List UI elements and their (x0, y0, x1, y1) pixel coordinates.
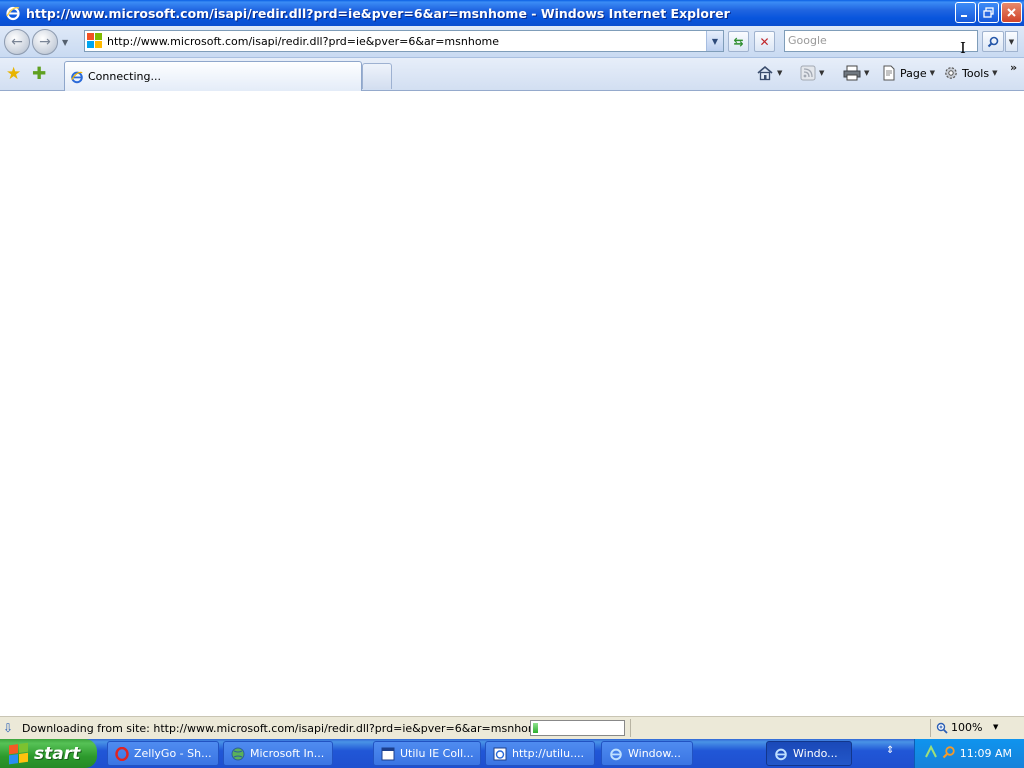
taskbar-item-label: Microsoft In... (250, 747, 325, 760)
home-button[interactable]: ▼ (756, 65, 782, 81)
forward-arrow-icon: → (39, 34, 51, 50)
progress-fill (533, 723, 539, 733)
taskbar-item-windows-ie-active[interactable]: Windo... (766, 741, 852, 766)
status-divider (630, 719, 631, 737)
taskbar-item-http-utilu[interactable]: http://utilu.... (485, 741, 595, 766)
start-button[interactable]: start (0, 739, 97, 768)
status-bar: ⇩ Downloading from site: http://www.micr… (0, 716, 1024, 739)
gear-icon (945, 67, 957, 79)
search-button[interactable] (982, 31, 1004, 52)
chevron-down-icon: ▼ (929, 69, 936, 77)
close-icon (1007, 8, 1016, 17)
tab-label: Connecting... (88, 70, 161, 83)
clock: 11:09 AM (959, 747, 1012, 760)
zoom-button[interactable]: 100% (936, 721, 982, 734)
window-icon (380, 746, 396, 762)
refresh-button[interactable]: ⇆ (728, 31, 749, 52)
more-commands-chevron-icon[interactable]: » (1010, 61, 1017, 74)
zoom-icon (936, 722, 948, 734)
taskbar-item-label: http://utilu.... (512, 747, 585, 760)
zoom-level: 100% (951, 721, 983, 734)
network-icon[interactable] (924, 744, 938, 763)
zoom-dropdown[interactable]: ▼ (993, 723, 998, 731)
ie-icon (71, 71, 83, 83)
progress-bar (530, 720, 625, 736)
recent-pages-dropdown[interactable]: ▼ (62, 38, 68, 47)
window-title: http://www.microsoft.com/isapi/redir.dll… (26, 5, 730, 21)
print-icon (843, 65, 861, 81)
ie-icon (773, 746, 789, 762)
back-arrow-icon: ← (11, 34, 23, 50)
restore-icon (983, 7, 994, 18)
back-button[interactable]: ← (4, 29, 30, 55)
add-to-favorites-button[interactable]: ✚ (32, 64, 46, 84)
address-dropdown-button[interactable]: ▼ (706, 31, 723, 51)
ie-globe-icon (230, 746, 246, 762)
chevron-down-icon: ▼ (711, 36, 719, 46)
screen: http://www.microsoft.com/isapi/redir.dll… (0, 0, 1024, 768)
search-options-dropdown[interactable]: ▼ (1005, 31, 1018, 52)
forward-button[interactable]: → (32, 29, 58, 55)
taskbar-item-windows-ie[interactable]: Window... (601, 741, 693, 766)
page-menu-label: Page (900, 66, 927, 80)
feeds-button[interactable]: ▼ (800, 65, 824, 81)
text-cursor-icon: I (960, 39, 966, 57)
taskbar-item-label: Windo... (793, 747, 838, 760)
command-bar: ★ ✚ Connecting... ▼ ▼ ▼ Page ▼ Tools ▼ » (0, 58, 1024, 91)
site-favicon-icon (87, 33, 103, 49)
tools-menu-label: Tools (962, 66, 990, 80)
page-menu-button[interactable]: Page ▼ (881, 65, 935, 81)
status-divider (930, 719, 931, 737)
ie-icon (4, 4, 22, 22)
show-hidden-icons-button[interactable]: ⇕ (886, 745, 894, 756)
minimize-icon (961, 15, 967, 17)
stop-icon: ✕ (759, 34, 770, 49)
search-icon (987, 36, 999, 47)
ie-page-icon (492, 746, 508, 762)
taskbar-item-label: Utilu IE Coll... (400, 747, 474, 760)
ie-icon (608, 746, 624, 762)
download-icon: ⇩ (3, 721, 14, 735)
address-bar[interactable]: http://www.microsoft.com/isapi/redir.dll… (84, 30, 724, 52)
title-bar[interactable]: http://www.microsoft.com/isapi/redir.dll… (0, 0, 1024, 26)
chevron-down-icon: ▼ (864, 69, 870, 77)
status-text: Downloading from site: http://www.micros… (22, 722, 546, 735)
windows-logo-icon (9, 742, 29, 765)
system-tray: 11:09 AM (914, 739, 1024, 768)
search-tray-icon[interactable] (942, 745, 956, 763)
home-icon (757, 65, 773, 81)
search-input[interactable]: Google (784, 30, 978, 52)
taskbar-item-utilu-ie-collection[interactable]: Utilu IE Coll... (373, 741, 481, 766)
address-input[interactable]: http://www.microsoft.com/isapi/redir.dll… (107, 35, 499, 48)
close-button[interactable] (1001, 2, 1022, 23)
chevron-down-icon: ▼ (1008, 37, 1015, 46)
taskbar-item-label: ZellyGo - Sh... (134, 747, 212, 760)
opera-icon (114, 746, 130, 762)
page-content-area[interactable] (0, 92, 1024, 716)
stop-button[interactable]: ✕ (754, 31, 775, 52)
restore-button[interactable] (978, 2, 999, 23)
chevron-down-icon: ▼ (777, 69, 783, 77)
tools-menu-button[interactable]: Tools ▼ (943, 65, 998, 81)
start-label: start (34, 743, 81, 764)
taskbar-item-label: Window... (628, 747, 681, 760)
taskbar-item-microsoft-internet-explorer[interactable]: Microsoft In... (223, 741, 333, 766)
minimize-button[interactable] (955, 2, 976, 23)
feeds-icon (800, 65, 816, 81)
print-button[interactable]: ▼ (843, 65, 869, 81)
tab-connecting[interactable]: Connecting... (64, 61, 362, 91)
refresh-icon: ⇆ (733, 34, 744, 49)
new-tab-button[interactable] (362, 63, 392, 89)
chevron-down-icon: ▼ (992, 69, 998, 77)
taskbar: start ZellyGo - Sh... Microsoft In... Ut… (0, 739, 1024, 768)
window-controls (955, 2, 1022, 23)
chevron-down-icon: ▼ (819, 69, 825, 77)
favorites-center-button[interactable]: ★ (6, 64, 21, 84)
navigation-bar: ← → ▼ http://www.microsoft.com/isapi/red… (0, 26, 1024, 58)
page-icon (883, 65, 895, 81)
taskbar-item-zellygo[interactable]: ZellyGo - Sh... (107, 741, 219, 766)
